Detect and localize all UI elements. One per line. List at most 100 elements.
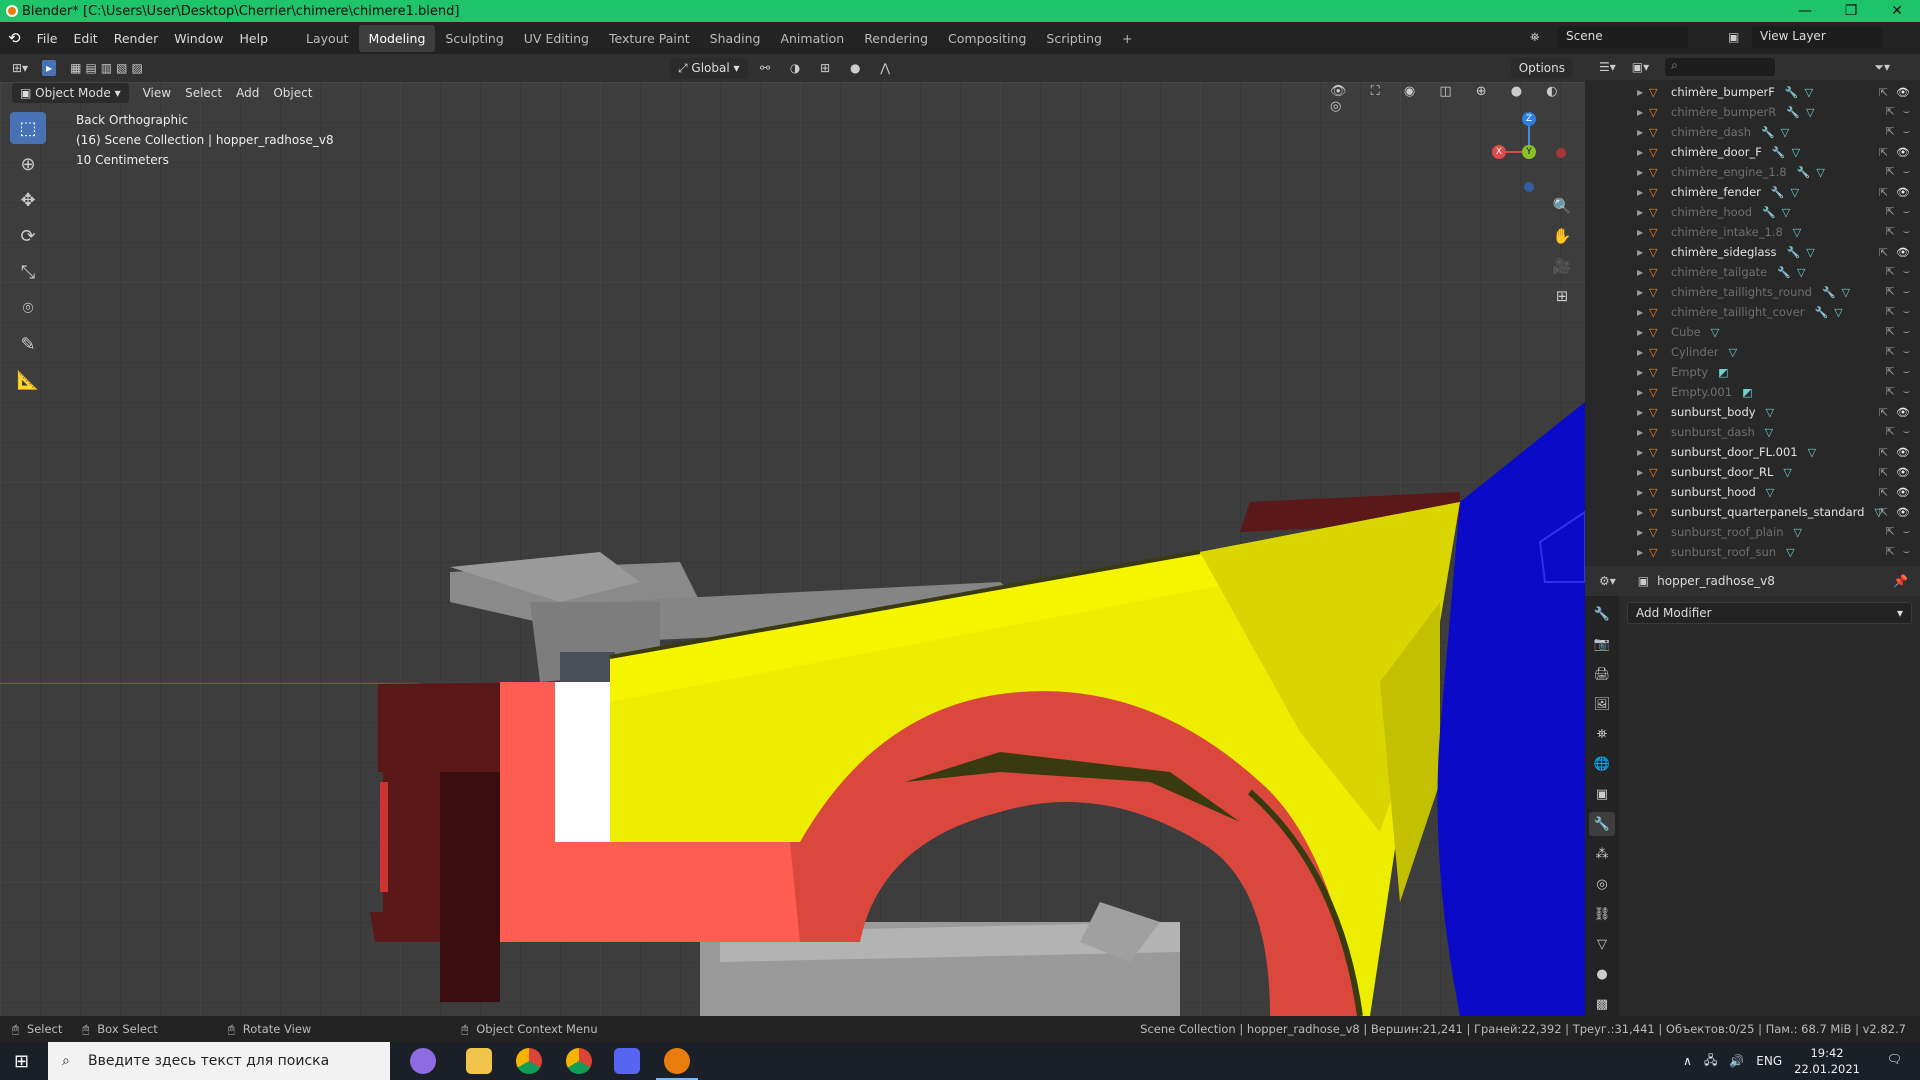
editor-type-icon[interactable]: ⊞▾ <box>12 61 28 75</box>
tab-scripting[interactable]: Scripting <box>1036 25 1112 52</box>
tab-layout[interactable]: Layout <box>296 25 359 52</box>
pin-icon[interactable]: 📌 <box>1893 574 1908 588</box>
expand-arrow-icon[interactable]: ▶ <box>1637 128 1649 137</box>
expand-arrow-icon[interactable]: ▶ <box>1637 148 1649 157</box>
modifier-data-icons[interactable]: 🔧 ▽ <box>1822 286 1850 299</box>
expand-arrow-icon[interactable]: ▶ <box>1637 348 1649 357</box>
menu-object[interactable]: Object <box>273 86 312 100</box>
selectable-icon[interactable]: ⇱ <box>1886 385 1895 399</box>
modifier-data-icon[interactable]: ▽ <box>1806 246 1814 259</box>
outliner-row[interactable]: ▶ ▽ Empty.001 ◩ ⇱ ⌣ <box>1585 382 1920 402</box>
modifier-data-icon[interactable]: ▽ <box>1766 406 1774 419</box>
outliner-row[interactable]: ▶ ▽ chimère_hood 🔧 ▽ ⇱ ⌣ <box>1585 202 1920 222</box>
selectable-icon[interactable]: ⇱ <box>1886 305 1895 319</box>
tab-rendering[interactable]: Rendering <box>854 25 938 52</box>
eye-open-icon[interactable]: 👁 <box>1896 506 1910 519</box>
expand-arrow-icon[interactable]: ▶ <box>1637 248 1649 257</box>
modifier-data-icons[interactable]: 🔧 ▽ <box>1797 166 1825 179</box>
modifier-data-icon[interactable]: 🔧 <box>1777 266 1791 279</box>
filter-icon[interactable]: ⏷▾ <box>1874 60 1890 75</box>
selectable-icon[interactable]: ⇱ <box>1879 506 1888 519</box>
outliner-row[interactable]: ▶ ▽ chimère_bumperF 🔧 ▽ ⇱ 👁 <box>1585 82 1920 102</box>
selectable-icon[interactable]: ⇱ <box>1879 246 1888 259</box>
expand-arrow-icon[interactable]: ▶ <box>1637 288 1649 297</box>
outliner-row[interactable]: ▶ ▽ chimère_tailgate 🔧 ▽ ⇱ ⌣ <box>1585 262 1920 282</box>
tab-animation[interactable]: Animation <box>770 25 854 52</box>
zoom-icon[interactable]: 🔍 <box>1548 192 1576 220</box>
modifier-data-icons[interactable]: ▽ <box>1766 406 1774 419</box>
modifier-data-icon[interactable]: ▽ <box>1729 346 1737 359</box>
navigation-gizmo[interactable]: Z X Y <box>1490 112 1570 192</box>
selectable-icon[interactable]: ⇱ <box>1886 225 1895 239</box>
eye-closed-icon[interactable]: ⌣ <box>1903 325 1910 339</box>
select-tool-icon[interactable]: ▸ <box>42 60 57 76</box>
network-icon[interactable]: 🖧 <box>1704 1051 1717 1072</box>
gizmo-neg-x[interactable] <box>1556 148 1566 158</box>
selectable-icon[interactable]: ⇱ <box>1886 325 1895 339</box>
modifier-data-icon[interactable]: ▽ <box>1806 106 1814 119</box>
selectable-icon[interactable]: ⇱ <box>1886 345 1895 359</box>
modifier-data-icon[interactable]: 🔧 <box>1786 246 1800 259</box>
outliner-row[interactable]: ▶ ▽ chimère_door_F 🔧 ▽ ⇱ 👁 <box>1585 142 1920 162</box>
selectable-icon[interactable]: ⇱ <box>1886 525 1895 539</box>
eye-closed-icon[interactable]: ⌣ <box>1903 305 1910 319</box>
modifier-data-icon[interactable]: ▽ <box>1797 266 1805 279</box>
eye-open-icon[interactable]: 👁 <box>1896 246 1910 259</box>
physics-tab-icon[interactable]: ◎ <box>1589 872 1615 896</box>
outliner-item-name[interactable]: chimère_engine_1.8 <box>1671 165 1787 179</box>
expand-arrow-icon[interactable]: ▶ <box>1637 548 1649 557</box>
selectable-icon[interactable]: ⇱ <box>1879 86 1888 99</box>
menu-render[interactable]: Render <box>106 31 167 46</box>
eye-closed-icon[interactable]: ⌣ <box>1903 425 1910 439</box>
outliner-item-name[interactable]: sunburst_roof_plain <box>1671 525 1784 539</box>
selectable-icon[interactable]: ⇱ <box>1879 406 1888 419</box>
outliner-row[interactable]: ▶ ▽ sunburst_hood ▽ ⇱ 👁 <box>1585 482 1920 502</box>
chrome-icon[interactable] <box>516 1048 542 1074</box>
expand-arrow-icon[interactable]: ▶ <box>1637 428 1649 437</box>
outliner-row[interactable]: ▶ ▽ chimère_engine_1.8 🔧 ▽ ⇱ ⌣ <box>1585 162 1920 182</box>
modifier-data-icons[interactable]: ▽ <box>1765 426 1773 439</box>
modifier-data-icon[interactable]: ▽ <box>1816 166 1824 179</box>
add-modifier-dropdown[interactable]: Add Modifier ▾ <box>1627 602 1912 624</box>
expand-arrow-icon[interactable]: ▶ <box>1637 108 1649 117</box>
outliner-item-name[interactable]: sunburst_quarterpanels_standard <box>1671 505 1864 519</box>
modifier-data-icon[interactable]: ▽ <box>1792 146 1800 159</box>
outliner-item-name[interactable]: Empty.001 <box>1671 385 1732 399</box>
transform-tool-icon[interactable]: ⌾ <box>10 292 46 324</box>
modifier-data-icon[interactable]: ◩ <box>1742 386 1752 399</box>
clock[interactable]: 19:42 22.01.2021 <box>1794 1045 1860 1077</box>
selectable-icon[interactable]: ⇱ <box>1879 146 1888 159</box>
selectable-icon[interactable]: ⇱ <box>1886 265 1895 279</box>
modifier-data-icons[interactable]: ◩ <box>1742 386 1752 399</box>
rotate-tool-icon[interactable]: ⟳ <box>10 220 46 252</box>
chrome-profile-icon[interactable] <box>566 1048 592 1074</box>
modifier-data-icons[interactable]: ▽ <box>1808 446 1816 459</box>
expand-arrow-icon[interactable]: ▶ <box>1637 328 1649 337</box>
outliner-item-name[interactable]: chimère_bumperF <box>1671 85 1775 99</box>
close-button[interactable]: ✕ <box>1874 0 1920 22</box>
scene-tab-icon[interactable]: ⛯ <box>1589 722 1615 746</box>
outliner-row[interactable]: ▶ ▽ chimère_sideglass 🔧 ▽ ⇱ 👁 <box>1585 242 1920 262</box>
outliner-item-name[interactable]: chimère_hood <box>1671 205 1752 219</box>
expand-arrow-icon[interactable]: ▶ <box>1637 208 1649 217</box>
gizmo-y-axis[interactable]: Y <box>1522 145 1536 159</box>
gizmo-x-axis[interactable]: X <box>1492 145 1506 159</box>
3d-viewport[interactable]: Back Orthographic (16) Scene Collection … <box>0 82 1585 1016</box>
eye-closed-icon[interactable]: ⌣ <box>1903 125 1910 139</box>
eye-open-icon[interactable]: 👁 <box>1896 446 1910 459</box>
modifier-data-icon[interactable]: ▽ <box>1805 86 1813 99</box>
scene-selector[interactable]: Scene <box>1558 26 1688 48</box>
eye-open-icon[interactable]: 👁 <box>1896 406 1910 419</box>
modifier-data-icons[interactable]: 🔧 ▽ <box>1786 246 1814 259</box>
expand-arrow-icon[interactable]: ▶ <box>1637 188 1649 197</box>
eye-closed-icon[interactable]: ⌣ <box>1903 225 1910 239</box>
selectable-icon[interactable]: ⇱ <box>1879 466 1888 479</box>
tab-uv-editing[interactable]: UV Editing <box>514 25 599 52</box>
modifier-data-icon[interactable]: ▽ <box>1783 466 1791 479</box>
data-tab-icon[interactable]: ▽ <box>1589 932 1615 956</box>
select-box-tool-icon[interactable]: ⬚ <box>10 112 46 144</box>
modifier-data-icon[interactable]: ▽ <box>1786 546 1794 559</box>
tab-compositing[interactable]: Compositing <box>938 25 1036 52</box>
options-button[interactable]: Options <box>1510 58 1573 78</box>
selection-mode-icons[interactable]: ▦▤▥▧▨ <box>70 61 147 75</box>
